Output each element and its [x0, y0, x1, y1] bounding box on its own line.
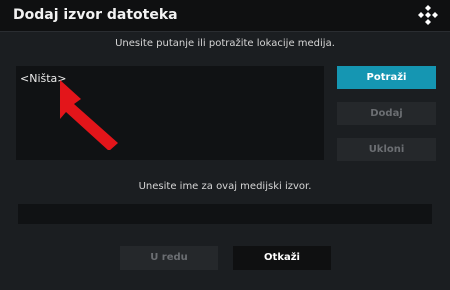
- paths-instruction: Unesite putanje ili potražite lokacije m…: [115, 38, 335, 49]
- browse-button[interactable]: Potraži: [337, 66, 436, 89]
- remove-button[interactable]: Ukloni: [337, 138, 436, 161]
- media-path-list[interactable]: <Ništa>: [16, 66, 324, 160]
- add-file-source-dialog: Dodaj izvor datoteka Unesite putanje ili…: [0, 0, 450, 290]
- cancel-button[interactable]: Otkaži: [233, 246, 331, 270]
- path-list-item[interactable]: <Ništa>: [20, 72, 67, 85]
- dialog-title: Dodaj izvor datoteka: [13, 7, 178, 23]
- kodi-logo-icon: [418, 5, 438, 25]
- source-name-instruction: Unesite ime za ovaj medijski izvor.: [138, 181, 312, 192]
- ok-button[interactable]: U redu: [120, 246, 218, 270]
- add-button[interactable]: Dodaj: [337, 102, 436, 125]
- dialog-titlebar: Dodaj izvor datoteka: [0, 0, 450, 32]
- source-name-field[interactable]: [18, 204, 432, 224]
